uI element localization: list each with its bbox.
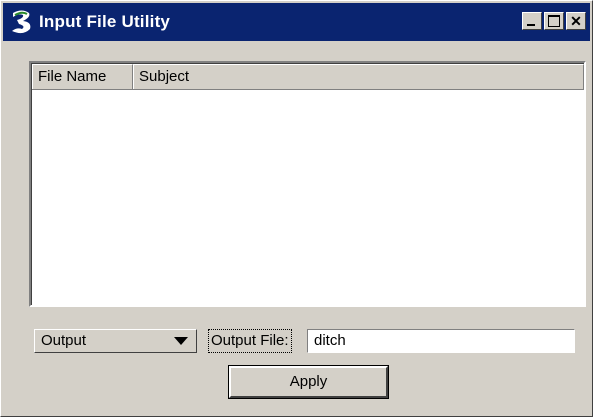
input-file-utility-window: Input File Utility ✕ File Name Subject O… bbox=[0, 0, 593, 417]
close-icon: ✕ bbox=[570, 12, 582, 29]
maximize-button[interactable] bbox=[544, 12, 564, 30]
minimize-button[interactable] bbox=[522, 12, 542, 30]
window-title: Input File Utility bbox=[39, 12, 171, 31]
output-file-input[interactable]: ditch bbox=[307, 329, 575, 353]
mode-dropdown-value: Output bbox=[41, 332, 87, 349]
file-list-inner: File Name Subject bbox=[31, 63, 584, 305]
mode-dropdown[interactable]: Output bbox=[34, 329, 197, 353]
title-bar-buttons: ✕ bbox=[520, 12, 586, 30]
title-bar[interactable]: Input File Utility ✕ bbox=[3, 3, 590, 41]
column-header-subject[interactable]: Subject bbox=[133, 64, 584, 89]
output-file-label: Output File: bbox=[208, 329, 292, 353]
app-logo-icon bbox=[9, 8, 35, 36]
chevron-down-icon[interactable] bbox=[174, 337, 188, 345]
file-list[interactable]: File Name Subject bbox=[29, 61, 586, 307]
close-button[interactable]: ✕ bbox=[566, 12, 586, 30]
column-header-file-name[interactable]: File Name bbox=[32, 64, 133, 89]
file-list-header: File Name Subject bbox=[32, 64, 584, 90]
apply-button[interactable]: Apply bbox=[228, 365, 389, 399]
